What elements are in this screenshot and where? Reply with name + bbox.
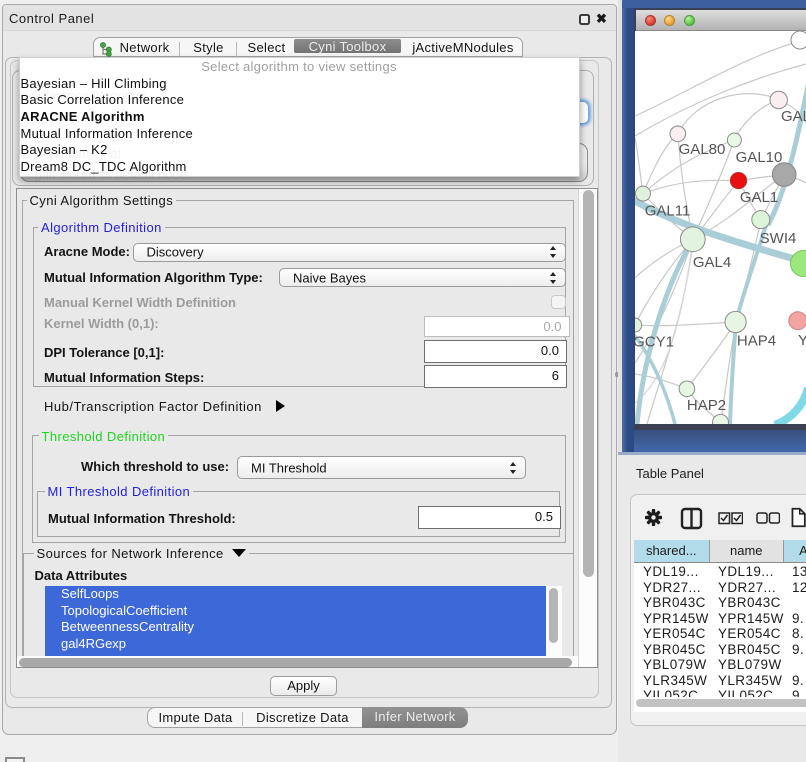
svg-text:GAL4: GAL4 — [692, 254, 730, 271]
svg-text:GAL3: GAL3 — [781, 108, 806, 125]
svg-text:HAP4: HAP4 — [736, 333, 775, 350]
svg-text:SWI4: SWI4 — [759, 230, 796, 247]
svg-text:GAL80: GAL80 — [678, 141, 725, 158]
svg-text:YEL: YEL — [798, 332, 806, 349]
svg-text:GCY1: GCY1 — [635, 334, 674, 351]
svg-text:GAL10: GAL10 — [735, 149, 782, 166]
svg-text:GAL1: GAL1 — [739, 189, 777, 206]
svg-text:HAP2: HAP2 — [686, 397, 725, 414]
svg-text:GAL11: GAL11 — [644, 203, 690, 220]
